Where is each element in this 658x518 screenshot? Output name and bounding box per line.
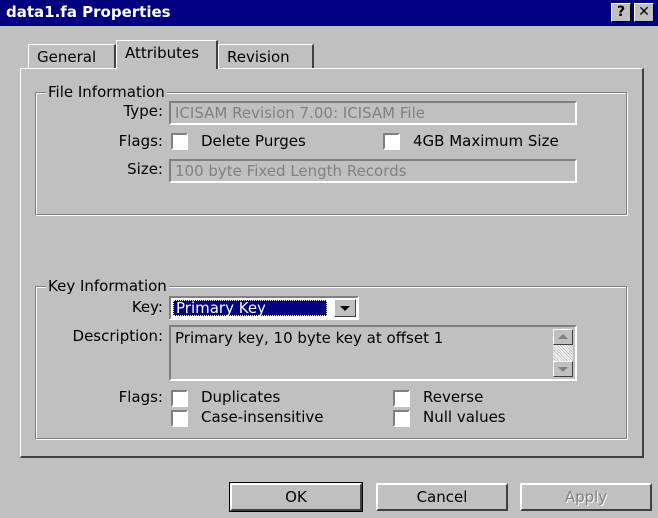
ok-button[interactable]: OK <box>229 482 363 512</box>
arrow-up-icon <box>558 334 568 339</box>
chevron-down-icon <box>340 306 350 311</box>
description-field[interactable]: Primary key, 10 byte key at offset 1 <box>169 325 577 381</box>
window-title: data1.fa Properties <box>6 3 171 21</box>
duplicates-label: Duplicates <box>201 388 281 406</box>
key-select[interactable]: Primary Key <box>169 296 359 320</box>
tab-general[interactable]: General <box>28 44 116 68</box>
description-text: Primary key, 10 byte key at offset 1 <box>175 329 444 347</box>
file-flags-label: Flags: <box>118 132 163 150</box>
type-field: ICISAM Revision 7.00: ICISAM File <box>169 101 577 125</box>
description-label: Description: <box>72 327 163 345</box>
4gb-maximum-size-checkbox[interactable] <box>383 133 400 150</box>
key-dropdown-button[interactable] <box>334 299 356 317</box>
null-values-label: Null values <box>423 408 506 426</box>
key-label: Key: <box>131 298 163 316</box>
tab-general-label: General <box>37 48 97 66</box>
scroll-up-button[interactable] <box>553 329 573 345</box>
case-insensitive-checkbox[interactable] <box>171 410 188 427</box>
close-icon: ✕ <box>638 4 650 20</box>
size-label: Size: <box>127 160 163 178</box>
tab-attributes[interactable]: Attributes <box>116 40 218 69</box>
case-insensitive-label: Case-insensitive <box>201 408 324 426</box>
key-information-legend: Key Information <box>46 277 169 295</box>
attributes-panel: File Information Type: ICISAM Revision 7… <box>20 68 644 458</box>
reverse-checkbox[interactable] <box>393 390 410 407</box>
help-button[interactable]: ? <box>611 3 631 22</box>
delete-purges-checkbox[interactable] <box>171 133 188 150</box>
properties-dialog: data1.fa Properties ? ✕ General Attribut… <box>0 0 658 518</box>
key-selected-value: Primary Key <box>173 300 327 316</box>
null-values-checkbox[interactable] <box>393 410 410 427</box>
tab-revision-label: Revision <box>227 48 290 66</box>
file-information-legend: File Information <box>46 83 167 101</box>
title-bar[interactable]: data1.fa Properties ? ✕ <box>0 0 658 26</box>
duplicates-checkbox[interactable] <box>171 390 188 407</box>
cancel-button[interactable]: Cancel <box>376 483 508 511</box>
tab-revision[interactable]: Revision <box>218 44 314 68</box>
arrow-down-icon <box>558 367 568 372</box>
help-icon: ? <box>616 4 626 20</box>
size-field: 100 byte Fixed Length Records <box>169 159 577 183</box>
scroll-down-button[interactable] <box>553 361 573 377</box>
description-scrollbar[interactable] <box>553 329 573 377</box>
close-button[interactable]: ✕ <box>634 3 654 22</box>
4gb-maximum-size-label: 4GB Maximum Size <box>413 132 559 150</box>
reverse-label: Reverse <box>423 388 484 406</box>
key-flags-label: Flags: <box>118 388 163 406</box>
type-label: Type: <box>123 102 163 120</box>
delete-purges-label: Delete Purges <box>201 132 306 150</box>
tab-attributes-label: Attributes <box>125 44 200 62</box>
apply-button[interactable]: Apply <box>520 483 652 511</box>
